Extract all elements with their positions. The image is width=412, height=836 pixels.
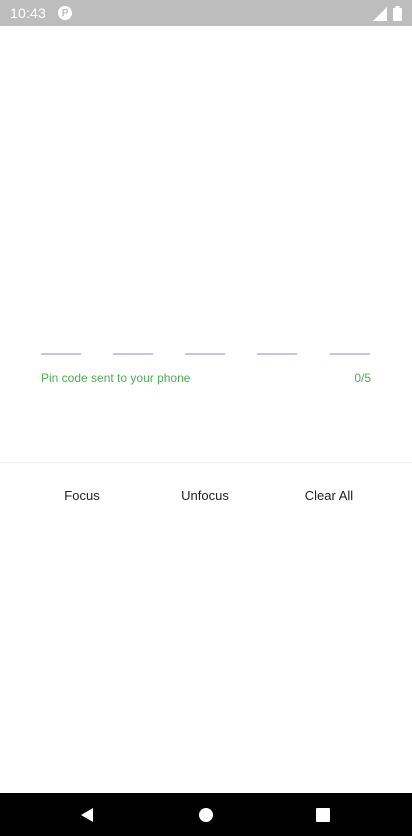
pin-slot-1[interactable] [41,353,81,355]
home-button[interactable] [196,805,216,825]
signal-icon [373,6,387,21]
back-button[interactable] [77,805,97,825]
screen: 10:43 P Pin code sent to your phone 0/5 … [0,0,412,836]
back-icon [81,808,93,822]
pin-input[interactable] [41,353,371,357]
recents-icon [316,808,330,822]
navigation-bar [0,793,412,836]
app-notification-icon: P [58,6,73,20]
status-time: 10:43 [10,5,47,21]
clear-all-button[interactable]: Clear All [287,480,371,510]
pin-slot-5[interactable] [330,353,370,355]
pin-counter: 0/5 [354,371,371,385]
pin-helper-text: Pin code sent to your phone [41,371,191,385]
unfocus-button[interactable]: Unfocus [162,480,248,510]
focus-button[interactable]: Focus [40,480,124,510]
recents-button[interactable] [313,805,333,825]
pin-slot-3[interactable] [185,353,225,355]
pin-slot-2[interactable] [113,353,153,355]
status-bar: 10:43 P [0,0,412,26]
divider [0,462,412,463]
battery-icon [393,6,402,21]
pin-slot-4[interactable] [257,353,297,355]
home-icon [199,808,213,822]
status-indicators [373,6,402,21]
